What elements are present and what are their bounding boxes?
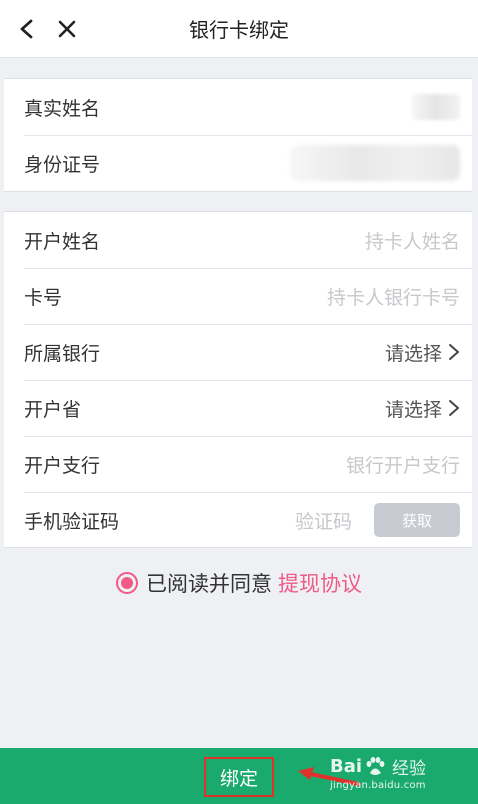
bank-select-value: 请选择 (384, 342, 442, 365)
province-select-value: 请选择 (384, 398, 442, 421)
bottom-bar: 绑定 Bai 经验 jingyan.baidu.com (0, 748, 478, 804)
get-code-button[interactable]: 获取 (374, 503, 460, 537)
identity-card: 真实姓名 身份证号 (4, 78, 472, 192)
real-name-label: 真实姓名 (24, 97, 101, 120)
page: 银行卡绑定 真实姓名 身份证号 开户姓名 持卡人姓名 卡号 持卡人银行卡号 所属… (0, 0, 478, 804)
bank-form-card: 开户姓名 持卡人姓名 卡号 持卡人银行卡号 所属银行 请选择 开户省 请选择 开… (4, 211, 472, 548)
real-name-value-blurred (412, 94, 460, 120)
watermark-brand-left: Bai (330, 756, 363, 777)
sms-code-input[interactable]: 验证码 (295, 507, 352, 534)
branch-label: 开户支行 (24, 454, 101, 477)
header-bar: 银行卡绑定 (0, 0, 478, 58)
watermark-url: jingyan.baidu.com (330, 780, 426, 791)
bank-select-row[interactable]: 所属银行 请选择 (4, 324, 472, 380)
card-number-input[interactable]: 持卡人银行卡号 (327, 283, 460, 310)
bank-label: 所属银行 (24, 342, 101, 365)
id-number-value-blurred (290, 145, 460, 181)
branch-row[interactable]: 开户支行 银行开户支行 (4, 436, 472, 492)
chevron-right-icon (448, 343, 460, 361)
agreement-text: 已阅读并同意 (146, 572, 272, 596)
account-name-label: 开户姓名 (24, 230, 101, 253)
branch-input[interactable]: 银行开户支行 (346, 451, 460, 478)
paw-icon (364, 756, 386, 778)
card-number-row[interactable]: 卡号 持卡人银行卡号 (4, 268, 472, 324)
baidu-watermark: Bai 经验 jingyan.baidu.com (330, 754, 470, 800)
province-select-row[interactable]: 开户省 请选择 (4, 380, 472, 436)
id-number-row: 身份证号 (4, 135, 472, 191)
bind-button[interactable]: 绑定 (204, 757, 274, 797)
card-number-label: 卡号 (24, 286, 63, 309)
page-title: 银行卡绑定 (189, 18, 289, 42)
real-name-row: 真实姓名 (4, 79, 472, 135)
account-name-row[interactable]: 开户姓名 持卡人姓名 (4, 212, 472, 268)
radio-dot-icon (121, 577, 133, 589)
province-label: 开户省 (24, 398, 82, 421)
watermark-brand-right: 经验 (392, 759, 427, 779)
id-number-label: 身份证号 (24, 153, 101, 176)
sms-code-row: 手机验证码 验证码 获取 (4, 492, 472, 548)
sms-code-label: 手机验证码 (24, 510, 120, 533)
agree-radio[interactable] (116, 572, 138, 594)
account-name-input[interactable]: 持卡人姓名 (365, 227, 460, 254)
chevron-right-icon (448, 399, 460, 417)
agreement-row: 已阅读并同意 提现协议 (0, 568, 478, 598)
agreement-link[interactable]: 提现协议 (278, 568, 362, 598)
bank-select[interactable]: 请选择 (385, 339, 460, 366)
province-select[interactable]: 请选择 (385, 395, 460, 422)
